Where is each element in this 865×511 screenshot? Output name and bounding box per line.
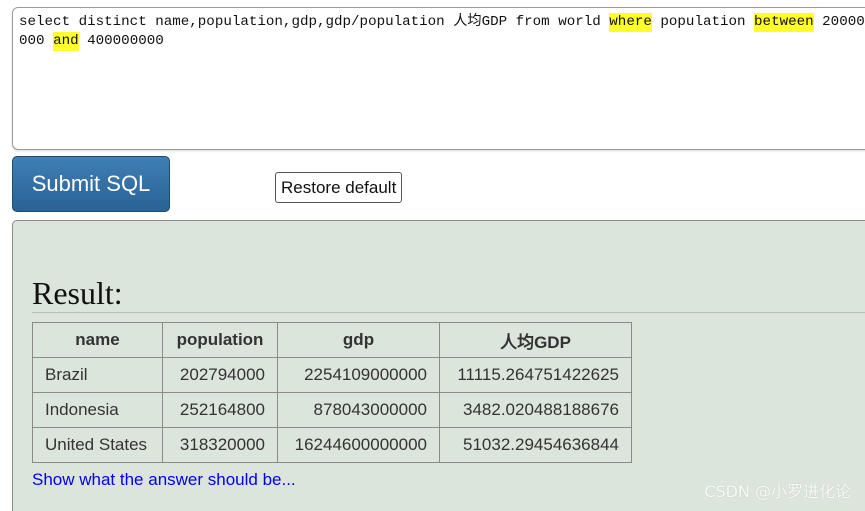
- cell-population: 202794000: [162, 357, 278, 393]
- column-header-name: name: [32, 322, 163, 358]
- show-answer-link[interactable]: Show what the answer should be...: [32, 470, 296, 490]
- result-panel: Result: name population gdp 人均GDP Brazil…: [12, 220, 865, 511]
- table-row: Indonesia 252164800 878043000000 3482.02…: [32, 392, 632, 428]
- column-header-population: population: [162, 322, 278, 358]
- sql-editor[interactable]: select distinct name,population,gdp,gdp/…: [12, 7, 865, 150]
- sql-keyword-between: between: [754, 13, 814, 32]
- table-row: Brazil 202794000 2254109000000 11115.264…: [32, 357, 632, 393]
- sql-text-2: population: [651, 14, 755, 30]
- cell-population: 318320000: [162, 427, 278, 463]
- table-header-row: name population gdp 人均GDP: [32, 322, 632, 358]
- cell-per-capita-gdp: 51032.29454636844: [439, 427, 632, 463]
- table-row: United States 318320000 16244600000000 5…: [32, 427, 632, 463]
- cell-name: Indonesia: [32, 392, 163, 428]
- page: select distinct name,population,gdp,gdp/…: [0, 0, 865, 511]
- cell-per-capita-gdp: 3482.020488188676: [439, 392, 632, 428]
- column-header-gdp: gdp: [277, 322, 440, 358]
- watermark: CSDN @小罗进化论: [704, 482, 851, 501]
- result-table: name population gdp 人均GDP Brazil 2027940…: [32, 322, 632, 463]
- result-divider: [32, 312, 865, 313]
- sql-keyword-where: where: [609, 13, 652, 32]
- cell-per-capita-gdp: 11115.264751422625: [439, 357, 632, 393]
- sql-text-4: 400000000: [78, 33, 164, 49]
- column-header-per-capita-gdp: 人均GDP: [439, 322, 632, 358]
- cell-gdp: 16244600000000: [277, 427, 440, 463]
- cell-population: 252164800: [162, 392, 278, 428]
- sql-text-1: select distinct name,population,gdp,gdp/…: [19, 14, 610, 30]
- cell-gdp: 878043000000: [277, 392, 440, 428]
- cell-name: Brazil: [32, 357, 163, 393]
- result-heading: Result:: [32, 275, 123, 311]
- cell-gdp: 2254109000000: [277, 357, 440, 393]
- submit-sql-button[interactable]: Submit SQL: [12, 156, 170, 212]
- restore-default-button[interactable]: Restore default: [275, 172, 403, 203]
- cell-name: United States: [32, 427, 163, 463]
- sql-keyword-and: and: [53, 32, 79, 51]
